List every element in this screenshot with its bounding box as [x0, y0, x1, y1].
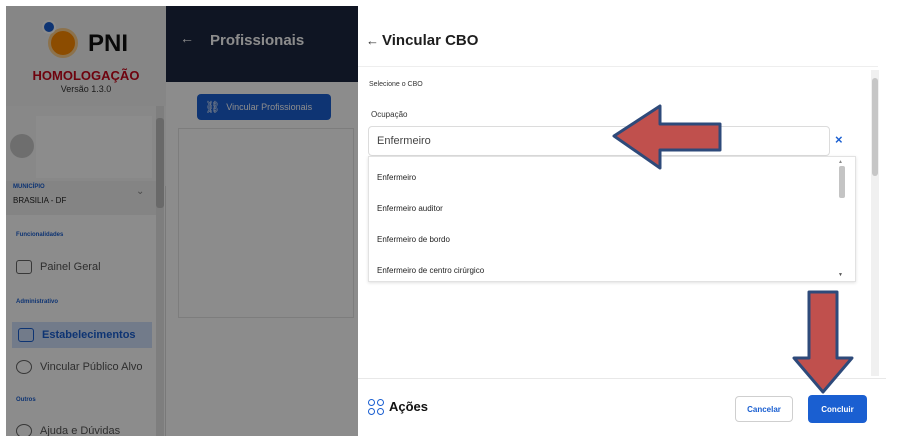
actions-label: Ações — [389, 399, 429, 414]
dialog-footer — [358, 378, 886, 436]
vincular-cbo-dialog: ← Vincular CBO Selecione o CBO Ocupação … — [358, 6, 886, 436]
modal-backdrop[interactable] — [6, 6, 358, 436]
dialog-scrollbar-thumb[interactable] — [872, 78, 878, 176]
section-label: Selecione o CBO — [369, 81, 423, 88]
concluir-button[interactable]: Concluir — [808, 395, 867, 423]
scroll-up-icon[interactable]: ▲ — [838, 159, 843, 165]
dialog-title: Vincular CBO — [382, 32, 479, 49]
dropdown-option[interactable]: Enfermeiro de centro cirúrgico — [377, 255, 837, 285]
ocupacao-input[interactable] — [368, 126, 830, 156]
background-app: PNI HOMOLOGAÇÃO Versão 1.3.0 MUNICÍPIO B… — [6, 6, 358, 436]
screenshot-frame: PNI HOMOLOGAÇÃO Versão 1.3.0 MUNICÍPIO B… — [0, 0, 902, 444]
back-arrow-icon[interactable]: ← — [366, 33, 379, 48]
close-icon[interactable]: × — [835, 132, 843, 147]
dropdown-option[interactable]: Enfermeiro — [377, 162, 837, 192]
ocupacao-label: Ocupação — [371, 110, 408, 119]
dropdown-option[interactable]: Enfermeiro auditor — [377, 193, 837, 223]
dropdown-option[interactable]: Enfermeiro de bordo — [377, 224, 837, 254]
scroll-down-icon[interactable]: ▼ — [838, 272, 843, 278]
dropdown-scrollbar-thumb[interactable] — [839, 166, 845, 198]
cancel-button[interactable]: Cancelar — [735, 396, 793, 422]
ocupacao-dropdown: Enfermeiro Enfermeiro auditor Enfermeiro… — [368, 156, 856, 282]
actions-grid-icon — [368, 399, 384, 415]
